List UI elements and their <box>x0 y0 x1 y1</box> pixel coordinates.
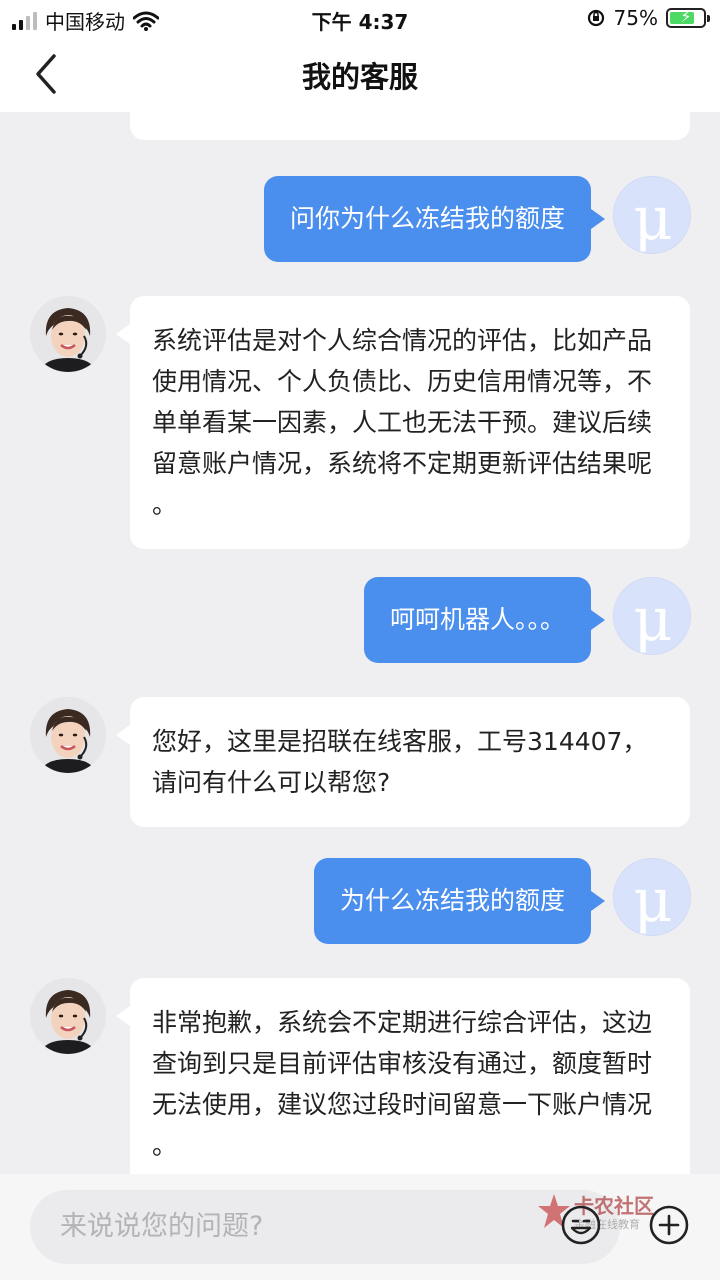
message-line: 非常抱歉，系统会不定期进行综合评估，这边 <box>152 1008 653 1037</box>
message-line: 。 <box>152 490 178 519</box>
svg-text:μ: μ <box>634 585 673 655</box>
message-text: 为什么冻结我的额度 <box>339 886 565 915</box>
smiley-icon <box>561 1205 601 1245</box>
message-line: 请问有什么可以帮您? <box>152 768 391 797</box>
message-line: 单单看某一因素，人工也无法干预。建议后续 <box>152 408 653 437</box>
user-avatar[interactable]: μ <box>613 577 691 655</box>
agent-photo-icon <box>30 978 106 1054</box>
chat-area[interactable]: 问你为什么冻结我的额度 μ 系统评估是对个人综合情况的评估，比如产品 使用情况、… <box>0 112 720 1174</box>
orientation-lock-icon <box>587 9 604 27</box>
agent-photo-icon <box>30 697 106 773</box>
user-message: 呵呵机器人。。。 <box>363 577 606 663</box>
message-line: 您好，这里是招联在线客服，工号314407， <box>152 727 648 756</box>
user-message: 为什么冻结我的额度 <box>313 858 606 944</box>
battery-percent: 75% <box>613 6 658 30</box>
agent-avatar[interactable] <box>30 296 106 372</box>
user-avatar[interactable]: μ <box>613 858 691 936</box>
status-bar: 中国移动 下午 4:37 75% ⚡ <box>0 0 720 36</box>
user-avatar[interactable]: μ <box>613 176 691 254</box>
message-line: 查询到只是目前评估审核没有通过，额度暂时 <box>152 1049 653 1078</box>
message-line: 留意账户情况，系统将不定期更新评估结果呢 <box>152 449 653 478</box>
agent-avatar[interactable] <box>30 697 106 773</box>
input-bar: 来说说您的问题? 卡农社区 金融在线教育 <box>0 1174 720 1280</box>
user-message: 问你为什么冻结我的额度 <box>263 176 606 262</box>
plus-circle-icon <box>649 1205 689 1245</box>
message-line: 。 <box>152 1131 178 1160</box>
agent-photo-icon <box>30 296 106 372</box>
emoji-button[interactable] <box>560 1204 602 1246</box>
previous-message-bubble <box>130 112 690 140</box>
mu-logo-icon: μ <box>634 184 673 254</box>
page-title: 我的客服 <box>301 60 418 94</box>
charging-icon: ⚡ <box>680 7 692 26</box>
nav-bar: 我的客服 <box>0 36 720 112</box>
message-text: 问你为什么冻结我的额度 <box>289 204 565 233</box>
add-attachment-button[interactable] <box>648 1204 690 1246</box>
message-line: 使用情况、个人负债比、历史信用情况等，不 <box>152 367 653 396</box>
agent-avatar[interactable] <box>30 978 106 1054</box>
message-line: 系统评估是对个人综合情况的评估，比如产品 <box>152 326 653 355</box>
mu-logo-icon: μ <box>634 585 673 655</box>
svg-text:μ: μ <box>634 866 673 936</box>
svg-text:μ: μ <box>634 184 673 254</box>
agent-message: 您好，这里是招联在线客服，工号314407， 请问有什么可以帮您? <box>116 697 690 827</box>
message-input[interactable]: 来说说您的问题? <box>30 1190 620 1264</box>
agent-message: 非常抱歉，系统会不定期进行综合评估，这边 查询到只是目前评估审核没有通过，额度暂… <box>116 978 690 1174</box>
message-line: 无法使用，建议您过段时间留意一下账户情况 <box>152 1090 653 1119</box>
status-right: 75% ⚡ <box>586 6 710 30</box>
mu-logo-icon: μ <box>634 866 673 936</box>
agent-message: 系统评估是对个人综合情况的评估，比如产品 使用情况、个人负债比、历史信用情况等，… <box>116 296 690 549</box>
message-text: 呵呵机器人。。。 <box>389 605 565 634</box>
battery-icon: ⚡ <box>666 7 710 28</box>
input-placeholder: 来说说您的问题? <box>60 1211 264 1242</box>
